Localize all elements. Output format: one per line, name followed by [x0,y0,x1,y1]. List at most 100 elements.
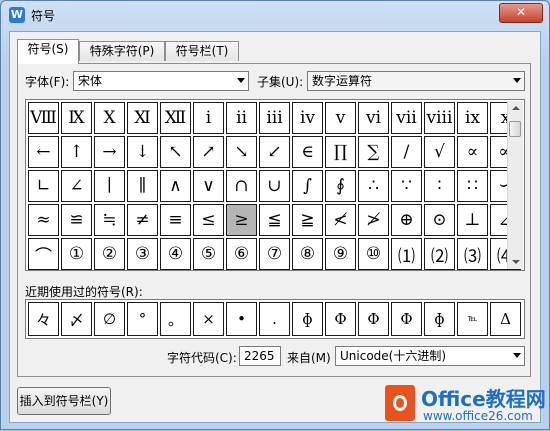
symbol-cell[interactable]: ⑧ [292,238,323,270]
symbol-cell[interactable]: ∵ [391,170,422,202]
symbol-cell[interactable]: ≦ [259,204,290,236]
symbol-cell[interactable]: ↑ [61,136,92,168]
symbol-cell[interactable]: ↗ [193,136,224,168]
symbol-cell[interactable]: ⅵ [358,102,389,134]
symbol-cell[interactable]: ≌ [61,204,92,236]
symbol-cell[interactable]: ∕ [391,136,422,168]
symbol-cell[interactable]: Ⅹ [94,102,125,134]
symbol-cell[interactable]: ⌒ [28,238,59,270]
symbol-cell[interactable]: Ⅺ [127,102,158,134]
recent-symbol-cell[interactable]: 〆 [61,302,92,336]
font-select[interactable]: 宋体 [73,71,249,91]
symbol-cell[interactable]: ∪ [259,170,290,202]
symbol-cell[interactable]: ④ [160,238,191,270]
symbol-cell[interactable]: ≠ [127,204,158,236]
recent-symbol-cell[interactable]: Φ [391,302,422,336]
symbol-grid-scrollbar[interactable] [507,101,523,269]
symbol-cell[interactable]: ≒ [94,204,125,236]
symbol-cell[interactable]: ⊕ [391,204,422,236]
symbol-cell[interactable]: ∈ [292,136,323,168]
recent-symbol-cell[interactable]: × [193,302,224,336]
recent-symbol-cell[interactable]: Δ [490,302,521,336]
symbol-cell[interactable]: ∧ [160,170,191,202]
symbol-cell[interactable]: ∴ [358,170,389,202]
from-select[interactable]: Unicode(十六进制) [335,346,525,366]
symbol-cell[interactable]: ∑ [358,136,389,168]
symbol-cell[interactable]: ∥ [127,170,158,202]
recent-symbol-cell[interactable]: ∅ [94,302,125,336]
symbol-cell[interactable]: ⅶ [391,102,422,134]
symbol-cell[interactable]: Ⅸ [61,102,92,134]
symbol-cell[interactable]: ≮ [325,204,356,236]
recent-symbol-cell[interactable]: . [259,302,290,336]
scroll-up-icon[interactable] [508,101,523,115]
symbol-cell[interactable]: ⅴ [325,102,356,134]
symbol-cell[interactable]: ⅲ [259,102,290,134]
symbol-cell[interactable]: ∷ [457,170,488,202]
recent-symbol-cell[interactable]: 。 [160,302,191,336]
symbol-cell[interactable]: ↘ [226,136,257,168]
symbol-cell[interactable]: ⑴ [391,238,422,270]
symbol-cell[interactable]: ≧ [292,204,323,236]
symbol-cell[interactable]: ↓ [127,136,158,168]
symbol-cell[interactable]: ∟ [28,170,59,202]
symbol-cell[interactable]: ⊙ [424,204,455,236]
close-button[interactable]: ✕ [499,3,543,23]
recent-symbol-cell[interactable]: 々 [28,302,59,336]
recent-symbols[interactable]: 々〆 ∅ °。 × •. ɸ Φ Φ Φɸ ℡ Δ [25,299,525,339]
symbol-cell[interactable]: ∮ [325,170,356,202]
recent-symbol-cell[interactable]: ℡ [457,302,488,336]
scrollbar-thumb[interactable] [509,121,521,137]
symbol-cell[interactable]: ← [28,136,59,168]
symbol-cell[interactable]: ∏ [325,136,356,168]
symbol-cell[interactable]: ⑥ [226,238,257,270]
symbol-cell[interactable]: ≥ [226,204,257,236]
symbol-cell[interactable]: ∶ [424,170,455,202]
symbol-cell[interactable]: ① [61,238,92,270]
recent-symbol-cell[interactable]: ɸ [292,302,323,336]
symbol-cell[interactable]: ⅰ [193,102,224,134]
symbol-cell[interactable]: √ [424,136,455,168]
symbol-cell[interactable]: ⑵ [424,238,455,270]
symbol-cell[interactable]: Ⅷ [28,102,59,134]
symbol-cell[interactable]: ⑦ [259,238,290,270]
symbol-cell[interactable]: ∨ [193,170,224,202]
symbol-cell[interactable]: ≯ [358,204,389,236]
tab-symbol-bar[interactable]: 符号栏(T) [165,41,239,61]
symbol-cell[interactable]: ∫ [292,170,323,202]
symbol-cell[interactable]: ≤ [193,204,224,236]
symbol-cell[interactable]: ∩ [226,170,257,202]
symbol-cell[interactable]: ⑨ [325,238,356,270]
tab-symbols[interactable]: 符号(S) [17,39,79,64]
symbol-cell[interactable]: ↙ [259,136,290,168]
symbol-cell[interactable]: ∝ [457,136,488,168]
symbol-cell[interactable]: ⑤ [193,238,224,270]
symbol-cell[interactable]: ∠ [61,170,92,202]
symbol-cell[interactable]: ≡ [160,204,191,236]
scroll-down-icon[interactable] [508,255,523,269]
symbol-cell[interactable]: ② [94,238,125,270]
symbol-cell[interactable]: ⊥ [457,204,488,236]
symbol-cell[interactable]: ≈ [28,204,59,236]
subset-select[interactable]: 数字运算符 [307,71,525,91]
recent-symbol-cell[interactable]: ° [127,302,158,336]
symbol-cell[interactable]: ⅳ [292,102,323,134]
symbol-cell[interactable]: ⑩ [358,238,389,270]
symbol-cell[interactable]: ⅷ [424,102,455,134]
recent-symbol-cell[interactable]: Φ [358,302,389,336]
symbol-cell[interactable]: ③ [127,238,158,270]
symbol-cell[interactable]: ⅸ [457,102,488,134]
tab-special-chars[interactable]: 特殊字符(P) [79,41,165,61]
recent-symbol-cell[interactable]: • [226,302,257,336]
symbol-cell[interactable]: → [94,136,125,168]
symbol-cell[interactable]: ↖ [160,136,191,168]
recent-symbol-cell[interactable]: Φ [325,302,356,336]
symbol-cell[interactable]: ⅱ [226,102,257,134]
symbol-grid[interactable]: Ⅷ Ⅸ Ⅹ Ⅺ Ⅻⅰ ⅱ ⅲ ⅳ ⅴ ⅵ ⅶ ⅷ ⅸ ⅹ ← ↑ → ↓ ↖ ↗ ↘ ↙ ∈ ∏ ∑ ∕ √ ∝ ∞ ∟ ∠ ∣ ∥ ∧ ∨ ∩ ∪ ∫ ∮… [25,99,525,271]
title-bar[interactable]: W 符号 ✕ [1,1,549,29]
symbol-cell[interactable]: Ⅻ [160,102,191,134]
symbol-cell[interactable]: ⑶ [457,238,488,270]
symbol-cell[interactable]: ∣ [94,170,125,202]
insert-to-symbol-bar-button[interactable]: 插入到符号栏(Y) [17,387,111,415]
recent-symbol-cell[interactable]: ɸ [424,302,455,336]
